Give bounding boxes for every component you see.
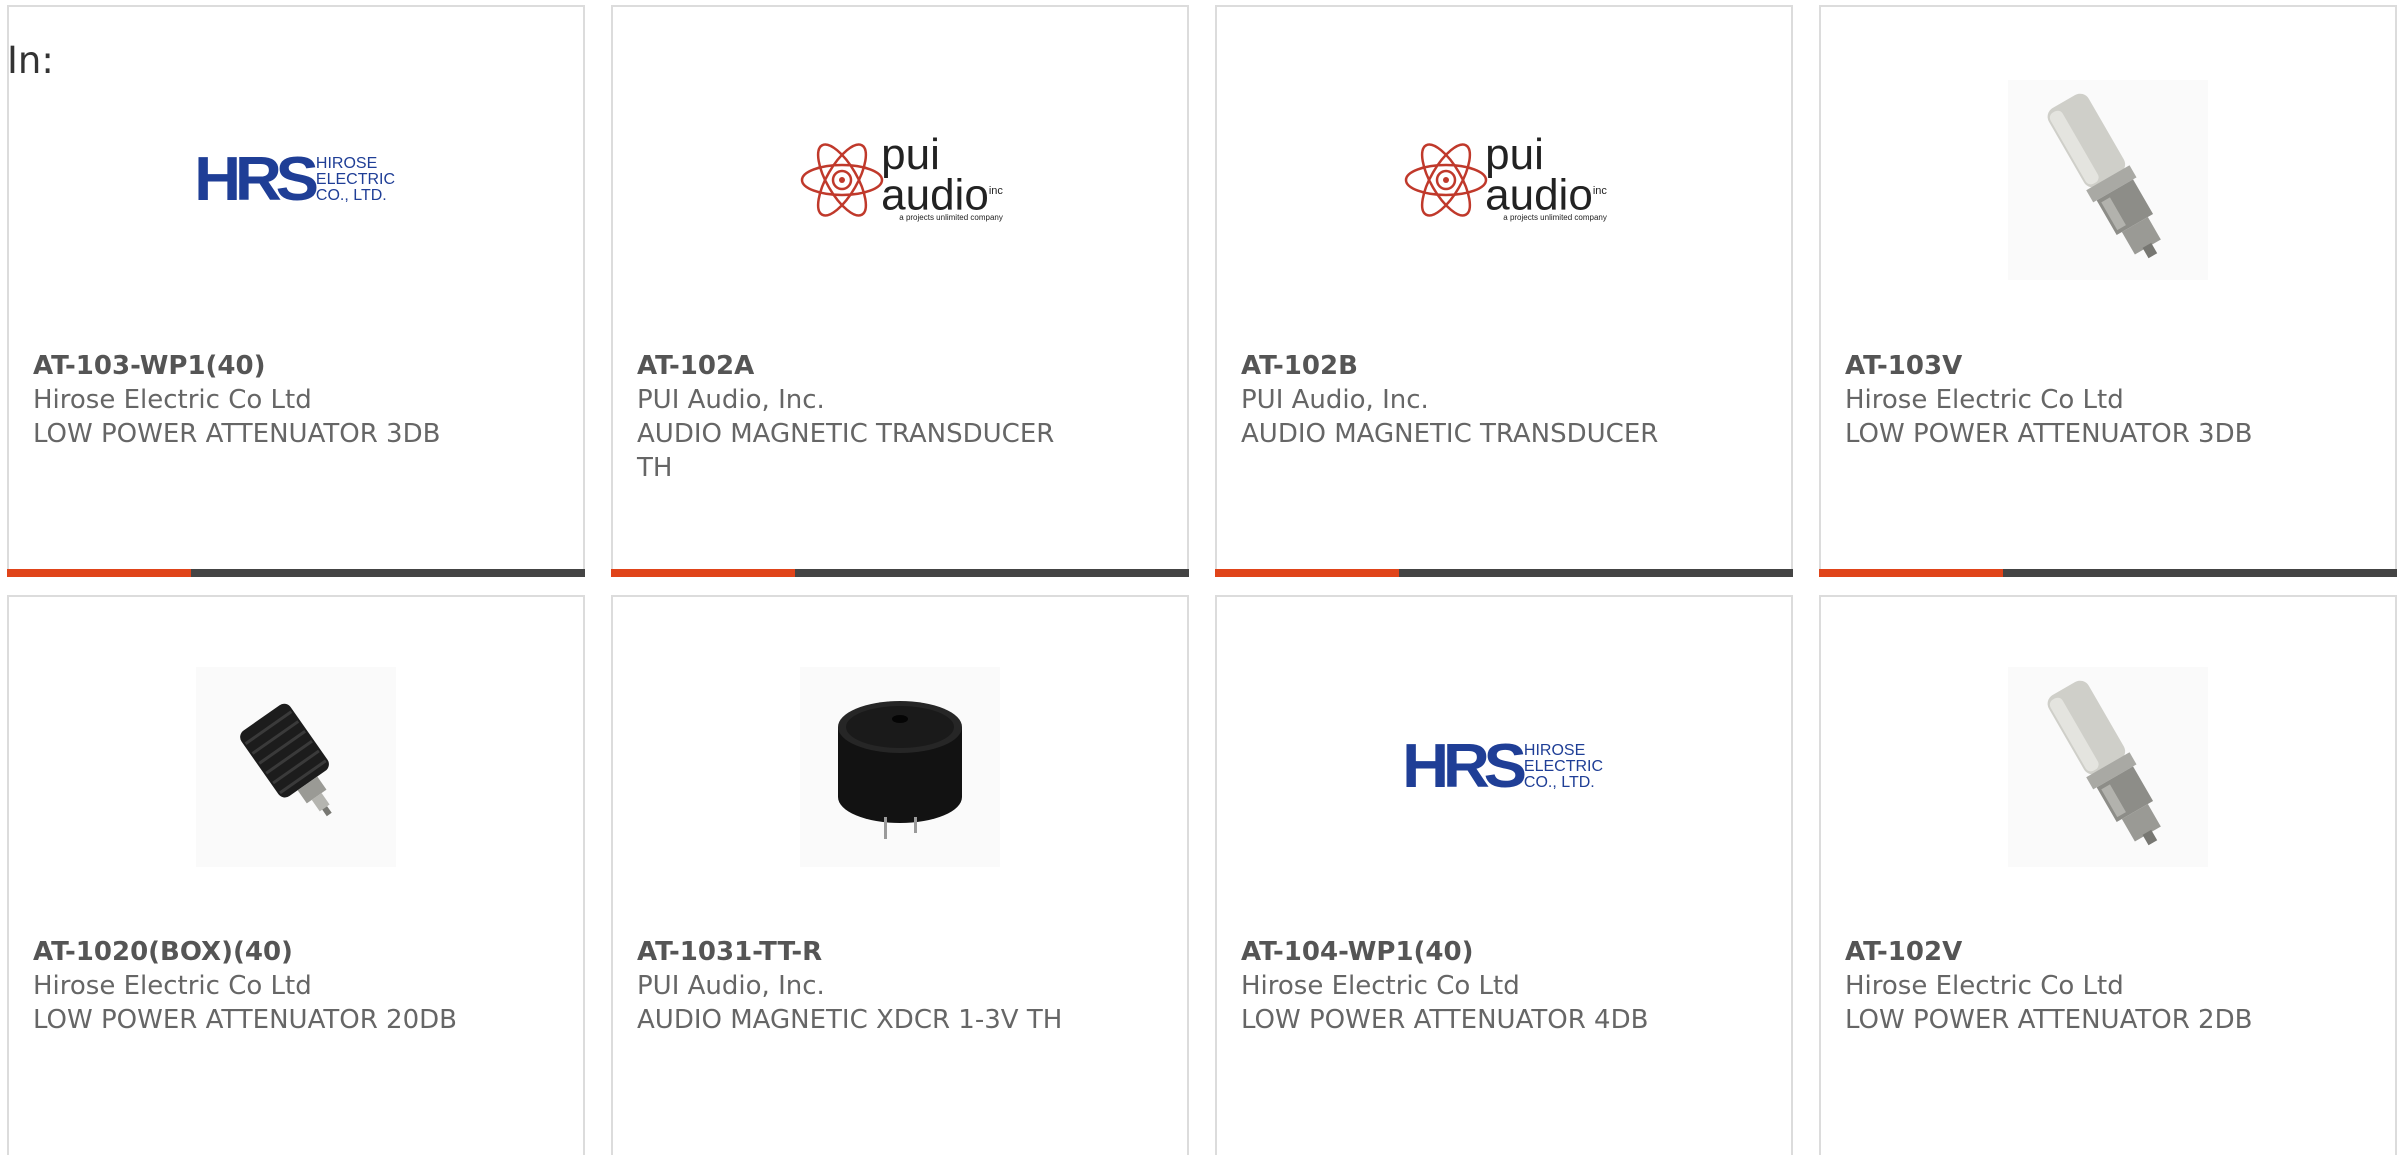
manufacturer-name: PUI Audio, Inc. [1241,385,1429,415]
manufacturer-name: Hirose Electric Co Ltd [1845,971,2124,1001]
part-number-link[interactable]: AT-102V [1845,935,2285,969]
product-description: AUDIO MAGNETIC XDCR 1-3V TH [637,1005,1063,1035]
hirose-logo: HRS HIROSE ELECTRIC CO., LTD. [194,145,396,214]
product-card[interactable]: AT-1020(BOX)(40) Hirose Electric Co Ltd … [7,595,585,1155]
product-description: AUDIO MAGNETIC TRANSDUCER [1241,419,1659,449]
product-card[interactable]: HRS HIROSE ELECTRIC CO., LTD. AT-104-WP1… [1215,595,1793,1155]
part-number-link[interactable]: AT-102A [637,349,1077,383]
manufacturer-name: PUI Audio, Inc. [637,385,825,415]
finned-attenuator-photo [196,667,396,867]
manufacturer-name: Hirose Electric Co Ltd [1845,385,2124,415]
product-grid-page: In: HRS HIROSE ELECTRIC CO., LTD. AT-103… [0,0,2400,1155]
part-number-link[interactable]: AT-103-WP1(40) [33,349,473,383]
product-description: LOW POWER ATTENUATOR 2DB [1845,1005,2253,1035]
card-accent-bar [1215,569,1793,577]
product-card[interactable]: pui audioinc a projects unlimited compan… [611,5,1189,577]
product-card[interactable]: AT-102V Hirose Electric Co Ltd LOW POWER… [1819,595,2397,1155]
product-description: LOW POWER ATTENUATOR 3DB [33,419,441,449]
product-card[interactable]: AT-103V Hirose Electric Co Ltd LOW POWER… [1819,5,2397,577]
product-description: LOW POWER ATTENUATOR 4DB [1241,1005,1649,1035]
manufacturer-name: Hirose Electric Co Ltd [33,385,312,415]
transducer-photo [800,667,1000,867]
product-description: AUDIO MAGNETIC TRANSDUCER TH [637,419,1055,483]
hirose-logo: HRS HIROSE ELECTRIC CO., LTD. [1402,732,1604,801]
product-card[interactable]: AT-1031-TT-R PUI Audio, Inc. AUDIO MAGNE… [611,595,1189,1155]
part-number-link[interactable]: AT-1031-TT-R [637,935,1077,969]
pui-audio-logo: pui audioinc a projects unlimited compan… [800,80,1003,280]
card-accent-bar [1819,569,2397,577]
manufacturer-name: Hirose Electric Co Ltd [1241,971,1520,1001]
product-description: LOW POWER ATTENUATOR 20DB [33,1005,457,1035]
manufacturer-name: Hirose Electric Co Ltd [33,971,312,1001]
atom-icon [800,143,884,217]
atom-icon [1404,143,1488,217]
product-card[interactable]: pui audioinc a projects unlimited compan… [1215,5,1793,577]
card-accent-bar [7,569,585,577]
part-number-link[interactable]: AT-102B [1241,349,1681,383]
product-description: LOW POWER ATTENUATOR 3DB [1845,419,2253,449]
part-number-link[interactable]: AT-1020(BOX)(40) [33,935,473,969]
manufacturer-name: PUI Audio, Inc. [637,971,825,1001]
part-number-link[interactable]: AT-103V [1845,349,2285,383]
card-accent-bar [611,569,1189,577]
attenuator-photo [2008,80,2208,280]
attenuator-photo [2008,667,2208,867]
product-card[interactable]: HRS HIROSE ELECTRIC CO., LTD. AT-103-WP1… [7,5,585,577]
in-label: In: [7,39,54,82]
part-number-link[interactable]: AT-104-WP1(40) [1241,935,1681,969]
pui-audio-logo: pui audioinc a projects unlimited compan… [1404,80,1607,280]
